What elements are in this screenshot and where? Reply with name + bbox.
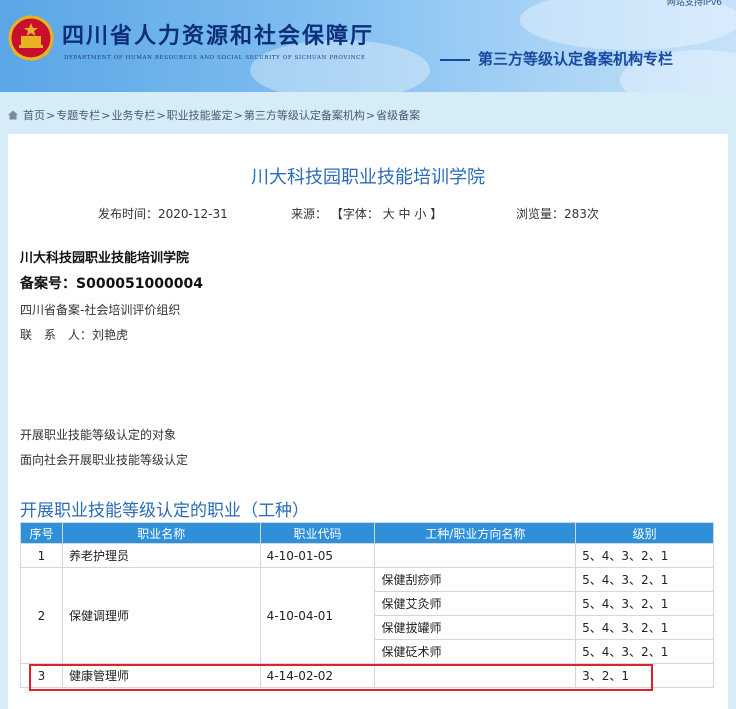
row-work-type: 保健刮痧师	[374, 567, 577, 592]
org-name: 川大科技园职业技能培训学院	[20, 251, 190, 266]
source-info: 来源： 【字体： 大 中 小 】	[291, 205, 442, 222]
row-work-type: 保健艾灸师	[374, 591, 577, 616]
record-type: 四川省备案-社会培训评价组织	[20, 303, 181, 317]
row-no: 1	[20, 543, 63, 568]
font-large-button[interactable]: 大	[383, 207, 395, 221]
article-title: 川大科技园职业技能培训学院	[251, 167, 485, 188]
font-close: 】	[430, 207, 443, 221]
header-level: 级别	[575, 522, 714, 544]
header-occupation-code: 职业代码	[259, 522, 376, 544]
row-level: 5、4、3、2、1	[575, 615, 714, 640]
row-work-type: 保健拔罐师	[374, 615, 577, 640]
views-count: 283次	[564, 207, 599, 221]
views-label: 浏览量：	[516, 207, 565, 221]
breadcrumb-separator: >	[101, 108, 111, 122]
row-level: 5、4、3、2、1	[575, 567, 714, 592]
row-occupation-name: 保健调理师	[61, 567, 261, 664]
row-work-type: 保健砭术师	[374, 639, 577, 664]
header-work-type: 工种/职业方向名称	[374, 522, 577, 544]
row-work-type	[374, 543, 577, 568]
side-strip-left	[0, 134, 8, 709]
breadcrumb-separator: >	[46, 108, 56, 122]
publish-info: 发布时间：2020-12-31	[98, 205, 228, 222]
source-label: 来源：	[291, 207, 328, 221]
column-title: 第三方等级认定备案机构专栏	[440, 48, 673, 69]
breadcrumb: 首页 > 专题专栏 > 业务专栏 > 职业技能鉴定 > 第三方等级认定备案机构 …	[8, 107, 420, 123]
breadcrumb-skill-appraisal[interactable]: 职业技能鉴定	[167, 107, 233, 123]
row-level: 5、4、3、2、1	[575, 639, 714, 664]
views-info: 浏览量：283次	[516, 205, 599, 222]
row-occupation-name: 养老护理员	[61, 543, 261, 568]
font-small-button[interactable]: 小	[414, 207, 426, 221]
header-occupation-name: 职业名称	[61, 522, 261, 544]
contact-person: 联 系 人：刘艳虎	[20, 328, 129, 342]
national-emblem-icon	[8, 15, 54, 61]
breadcrumb-third-party[interactable]: 第三方等级认定备案机构	[244, 107, 365, 123]
table-header-row: 序号 职业名称 职业代码 工种/职业方向名称 级别	[20, 522, 714, 544]
table-row: 2 保健调理师 4-10-04-01 保健刮痧师 5、4、3、2、1	[20, 567, 714, 664]
table-row: 1 养老护理员 4-10-01-05 5、4、3、2、1	[20, 543, 714, 568]
publish-date: 2020-12-31	[158, 207, 228, 221]
font-label: 【字体：	[330, 207, 379, 221]
breadcrumb-separator: >	[233, 108, 243, 122]
breadcrumb-special-topics[interactable]: 专题专栏	[56, 107, 100, 123]
scope-line-2: 面向社会开展职业技能等级认定	[20, 453, 189, 467]
highlight-box	[29, 664, 653, 691]
publish-label: 发布时间：	[98, 207, 159, 221]
row-occupation-code: 4-10-01-05	[259, 543, 376, 568]
row-level: 5、4、3、2、1	[575, 591, 714, 616]
breadcrumb-provincial[interactable]: 省级备案	[376, 107, 420, 123]
site-header: 四川省人力资源和社会保障厅 DEPARTMENT OF HUMAN RESOUR…	[0, 0, 736, 92]
font-medium-button[interactable]: 中	[399, 207, 411, 221]
home-icon	[8, 110, 18, 120]
row-occupation-code: 4-10-04-01	[259, 567, 376, 664]
site-subtitle: DEPARTMENT OF HUMAN RESOURCES AND SOCIAL…	[64, 55, 366, 61]
record-number: 备案号：S000051000004	[20, 276, 203, 292]
header-no: 序号	[20, 522, 63, 544]
scope-line-1: 开展职业技能等级认定的对象	[20, 428, 177, 442]
breadcrumb-separator: >	[156, 108, 166, 122]
site-title[interactable]: 四川省人力资源和社会保障厅	[62, 18, 374, 50]
ipv6-notice: 网站支持IPv6	[666, 0, 722, 8]
breadcrumb-separator: >	[365, 108, 376, 122]
title-dash	[440, 58, 470, 61]
row-level: 5、4、3、2、1	[575, 543, 714, 568]
breadcrumb-business-column[interactable]: 业务专栏	[111, 107, 155, 123]
section-heading: 开展职业技能等级认定的职业（工种）	[20, 501, 309, 521]
column-title-text: 第三方等级认定备案机构专栏	[478, 50, 674, 68]
row-no: 2	[20, 567, 63, 664]
breadcrumb-home[interactable]: 首页	[23, 107, 45, 123]
side-strip-right	[728, 134, 736, 709]
font-size-control: 【字体： 大 中 小 】	[331, 207, 442, 221]
